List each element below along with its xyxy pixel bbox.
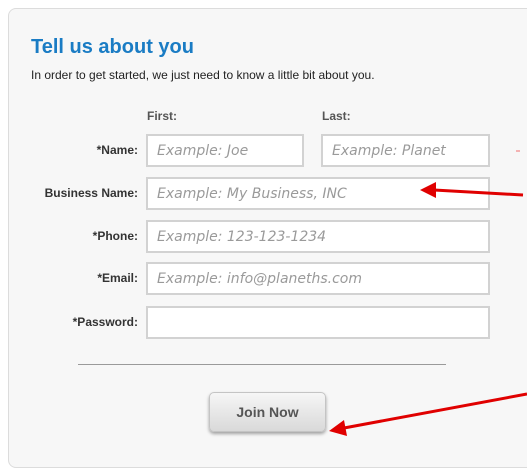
- join-now-button[interactable]: Join Now: [209, 392, 326, 432]
- last-name-input[interactable]: [321, 134, 490, 167]
- email-label: *Email:: [97, 271, 138, 285]
- business-name-input[interactable]: [146, 177, 490, 210]
- form-divider: [78, 364, 446, 365]
- password-label: *Password:: [72, 315, 138, 329]
- name-label: *Name:: [96, 143, 138, 157]
- form-subtitle: In order to get started, we just need to…: [31, 68, 375, 82]
- last-column-label: Last:: [322, 109, 351, 123]
- decorative-mark: [516, 150, 520, 152]
- first-column-label: First:: [147, 109, 177, 123]
- form-title: Tell us about you: [31, 36, 194, 58]
- first-name-input[interactable]: [146, 134, 304, 167]
- email-input[interactable]: [146, 262, 490, 295]
- phone-input[interactable]: [146, 220, 490, 253]
- phone-label: *Phone:: [92, 229, 138, 243]
- password-input[interactable]: [146, 306, 490, 339]
- business-name-label: Business Name:: [44, 186, 138, 200]
